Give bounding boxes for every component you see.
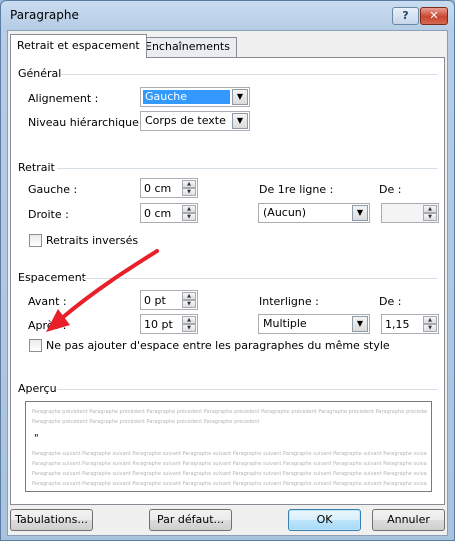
chevron-down-icon[interactable]: ▼ (352, 316, 368, 332)
space-before-spinner[interactable]: 0 pt ▲ ▼ (140, 290, 198, 310)
help-button[interactable]: ? (392, 7, 419, 25)
paragraph-dialog: Paragraphe ? ✕ Retrait et espacement Enc… (0, 0, 455, 541)
space-after-spinner[interactable]: 10 pt ▲ ▼ (140, 314, 198, 334)
close-button[interactable]: ✕ (420, 7, 448, 25)
indent-left-spinner[interactable]: 0 cm ▲ ▼ (140, 178, 198, 198)
spin-up-icon[interactable]: ▲ (182, 205, 196, 213)
line-spacing-value: Multiple (263, 317, 307, 330)
indent-right-value: 0 cm (144, 207, 172, 220)
first-line-select[interactable]: (Aucun) ▼ (258, 203, 370, 223)
set-default-button[interactable]: Par défaut... (149, 509, 232, 531)
divider (61, 74, 437, 75)
outline-level-value: Corps de texte (145, 114, 226, 127)
line-spacing-at-value: 1,15 (385, 318, 410, 331)
mirror-indents-label: Retraits inversés (46, 234, 139, 247)
line-spacing-select[interactable]: Multiple ▼ (258, 314, 370, 334)
no-space-same-style-checkbox[interactable] (29, 339, 42, 352)
space-before-value: 0 pt (144, 294, 166, 307)
alignment-label: Alignement : (28, 92, 99, 105)
spin-down-icon[interactable]: ▼ (182, 213, 196, 221)
preview-sample-text: " (34, 433, 39, 444)
preview-next-line: Paragraphe suivant Paragraphe suivant Pa… (32, 481, 427, 487)
alignment-select[interactable]: Gauche ▼ (140, 87, 250, 107)
divider (57, 389, 437, 390)
tab-line-page-breaks[interactable]: Enchaînements (138, 37, 237, 57)
chevron-down-icon[interactable]: ▼ (232, 113, 248, 129)
line-spacing-label: Interligne : (259, 295, 319, 308)
tab-label: Retrait et espacement (17, 39, 140, 52)
preview-next-line: Paragraphe suivant Paragraphe suivant Pa… (32, 471, 427, 477)
indent-left-label: Gauche : (28, 183, 78, 196)
section-general-heading: Général (18, 67, 62, 80)
divider (81, 278, 437, 279)
window-title: Paragraphe (10, 8, 79, 22)
alignment-value: Gauche (143, 90, 230, 104)
spin-down-icon[interactable]: ▼ (182, 300, 196, 308)
cancel-button[interactable]: Annuler (372, 509, 445, 531)
spin-down-icon[interactable]: ▼ (182, 324, 196, 332)
spin-up-icon[interactable]: ▲ (423, 316, 437, 324)
indent-by-label: De : (379, 183, 402, 196)
section-preview-heading: Aperçu (18, 382, 57, 395)
ok-button[interactable]: OK (288, 509, 361, 531)
indent-left-value: 0 cm (144, 182, 172, 195)
no-space-same-style-label: Ne pas ajouter d'espace entre les paragr… (46, 339, 390, 352)
chevron-down-icon[interactable]: ▼ (232, 89, 248, 105)
close-icon: ✕ (429, 9, 439, 22)
spin-down-icon[interactable]: ▼ (423, 213, 437, 221)
spin-up-icon[interactable]: ▲ (182, 316, 196, 324)
line-spacing-at-label: De : (379, 295, 402, 308)
space-after-value: 10 pt (144, 318, 173, 331)
indent-right-label: Droite : (28, 208, 69, 221)
chevron-down-icon[interactable]: ▼ (352, 205, 368, 221)
title-bar[interactable]: Paragraphe ? ✕ (1, 1, 454, 29)
tab-label: Enchaînements (145, 40, 230, 53)
spin-up-icon[interactable]: ▲ (182, 292, 196, 300)
section-indent-heading: Retrait (18, 161, 55, 174)
indent-by-spinner[interactable]: ▲ ▼ (381, 203, 439, 223)
paragraph-preview: Paragraphe précédent Paragraphe précéden… (25, 401, 432, 492)
tabs-button[interactable]: Tabulations... (10, 509, 93, 531)
spin-up-icon[interactable]: ▲ (423, 205, 437, 213)
divider (57, 168, 437, 169)
spin-up-icon[interactable]: ▲ (182, 180, 196, 188)
mirror-indents-checkbox[interactable] (29, 234, 42, 247)
outline-level-select[interactable]: Corps de texte ▼ (140, 111, 250, 131)
spin-down-icon[interactable]: ▼ (182, 188, 196, 196)
indent-right-spinner[interactable]: 0 cm ▲ ▼ (140, 203, 198, 223)
line-spacing-at-spinner[interactable]: 1,15 ▲ ▼ (381, 314, 439, 334)
section-spacing-heading: Espacement (18, 271, 86, 284)
spin-down-icon[interactable]: ▼ (423, 324, 437, 332)
first-line-label: De 1re ligne : (259, 183, 334, 196)
preview-next-line: Paragraphe suivant Paragraphe suivant Pa… (32, 461, 427, 467)
dialog-client: Retrait et espacement Enchaînements Géné… (7, 30, 448, 536)
space-before-label: Avant : (28, 295, 67, 308)
first-line-value: (Aucun) (263, 206, 307, 219)
preview-next-line: Paragraphe suivant Paragraphe suivant Pa… (32, 451, 427, 457)
outline-level-label: Niveau hiérarchique : (28, 116, 147, 129)
preview-previous-line: Paragraphe précédent Paragraphe précéden… (32, 409, 427, 415)
tab-indent-spacing[interactable]: Retrait et espacement (10, 34, 147, 58)
preview-previous-line: Paragraphe précédent Paragraphe précéden… (32, 419, 260, 425)
tab-panel: Général Alignement : Gauche ▼ Niveau hié… (10, 57, 445, 505)
space-after-label: Après : (28, 319, 67, 332)
